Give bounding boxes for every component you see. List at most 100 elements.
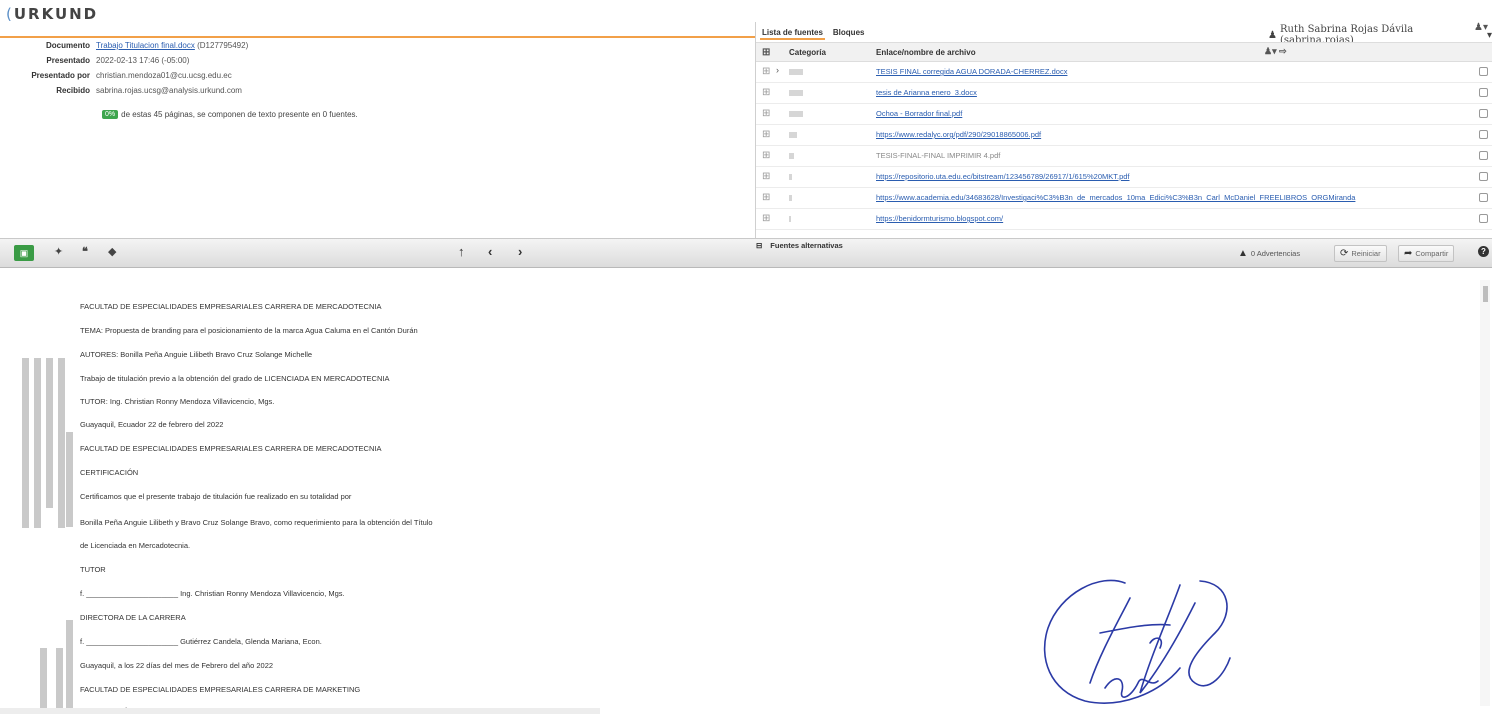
source-link[interactable]: https://www.academia.edu/34683628/Invest… (876, 193, 1355, 202)
source-link[interactable]: Ochoa - Borrador final.pdf (876, 109, 962, 118)
source-link[interactable]: https://benidormturismo.blogspot.com/ (876, 214, 1003, 223)
share-button[interactable]: ➦ Compartir (1398, 245, 1455, 262)
horizontal-scrollbar[interactable] (0, 708, 600, 714)
match-bar (789, 153, 794, 159)
match-marker (66, 620, 73, 710)
sources-table-header: ⊞ Categoría Enlace/nombre de archivo ♟▾ … (756, 42, 1492, 62)
meta-label: Presentado (46, 56, 90, 65)
source-link[interactable]: https://repositorio.uta.edu.ec/bitstream… (876, 172, 1130, 181)
match-marker (66, 432, 73, 527)
meta-label: Recibido (56, 86, 90, 95)
source-checkbox[interactable] (1479, 151, 1488, 160)
alternative-sources-row[interactable]: ⊟ Fuentes alternativas (756, 241, 843, 250)
expand-icon[interactable]: ⊞ (762, 87, 770, 98)
chevron-right-icon: › (776, 65, 779, 75)
source-link[interactable]: tesis de Arianna enero_3.docx (876, 88, 977, 97)
source-row[interactable]: ⊞ Ochoa - Borrador final.pdf (756, 104, 1492, 125)
crosshair-icon[interactable]: ✦ (54, 245, 63, 258)
expand-all-icon[interactable]: ⊞ (762, 47, 770, 58)
refresh-icon: ⟳ (1340, 248, 1349, 259)
handwritten-signature (1043, 579, 1231, 704)
warnings-indicator[interactable]: ▲ 0 Advertencias (1238, 248, 1300, 259)
expand-icon[interactable]: ⊞ (762, 129, 770, 140)
image-view-icon[interactable]: ▣ (14, 245, 34, 261)
doc-line: Guayaquil, a los 22 días del mes de Febr… (80, 661, 274, 670)
match-bar (789, 195, 792, 201)
expand-icon[interactable]: ⊞ (762, 192, 770, 203)
meta-value: sabrina.rojas.ucsg@analysis.urkund.com (96, 86, 242, 95)
source-row[interactable]: ⊞ https://www.redalyc.org/pdf/290/290188… (756, 125, 1492, 146)
meta-row-submitted: Presentado 2022-02-13 17:46 (-05:00) (0, 55, 189, 67)
source-checkbox[interactable] (1479, 193, 1488, 202)
user-options-icon[interactable]: ♟▾ (1474, 22, 1488, 33)
match-marker (46, 358, 53, 508)
doc-line: f. ______________________ Ing. Christian… (80, 589, 345, 598)
source-link[interactable]: TESIS FINAL corregida AGUA DORADA-CHERRE… (876, 67, 1067, 76)
arrow-up-icon[interactable]: ↑ (458, 244, 465, 259)
source-name: TESIS-FINAL-FINAL IMPRIMIR 4.pdf (876, 151, 1001, 160)
column-category: Categoría (789, 48, 826, 57)
collapse-icon[interactable]: ⊟ (756, 241, 762, 250)
expand-icon[interactable]: ⊞ (762, 213, 770, 224)
doc-line: DIRECTORA DE LA CARRERA (80, 613, 186, 622)
source-checkbox[interactable] (1479, 130, 1488, 139)
doc-line: CERTIFICACIÓN (80, 468, 139, 477)
quote-icon[interactable]: ❝ (82, 245, 88, 258)
scrollbar-thumb[interactable] (1483, 286, 1488, 302)
meta-label: Documento (46, 41, 90, 50)
match-bar (789, 132, 797, 138)
doc-line: Trabajo de titulación previo a la obtenc… (80, 374, 390, 383)
tab-sources-list[interactable]: Lista de fuentes (760, 27, 825, 40)
source-row[interactable]: ⊞ tesis de Arianna enero_3.docx (756, 83, 1492, 104)
tag-icon[interactable]: ◆ (108, 245, 116, 258)
source-checkbox[interactable] (1479, 214, 1488, 223)
source-row[interactable]: ⊞ › TESIS FINAL corregida AGUA DORADA-CH… (756, 62, 1492, 83)
source-row[interactable]: ⊞ https://repositorio.uta.edu.ec/bitstre… (756, 167, 1492, 188)
expand-icon[interactable]: ⊞ (762, 150, 770, 161)
restart-button[interactable]: ⟳ Reiniciar (1334, 245, 1387, 262)
meta-label: Presentado por (31, 71, 90, 80)
meta-value: christian.mendoza01@cu.ucsg.edu.ec (96, 71, 232, 80)
chevron-left-icon[interactable]: ‹ (488, 244, 492, 259)
match-bar (789, 111, 803, 117)
tab-blocks[interactable]: Bloques (831, 27, 867, 40)
source-checkbox[interactable] (1479, 172, 1488, 181)
help-icon[interactable]: ? (1478, 246, 1489, 257)
chevron-right-icon[interactable]: › (518, 244, 522, 259)
source-row[interactable]: ⊞ TESIS-FINAL-FINAL IMPRIMIR 4.pdf (756, 146, 1492, 167)
source-checkbox[interactable] (1479, 67, 1488, 76)
document-toolbar: ▣ ✦ ❝ ◆ ↑ ‹ › ▲ 0 Advertencias ⟳ Reinici… (0, 238, 1492, 268)
alt-sources-label: Fuentes alternativas (770, 241, 843, 250)
user-icon: ♟ (1268, 29, 1277, 41)
match-bar (789, 174, 792, 180)
match-bar (789, 216, 791, 222)
doc-line: f. ______________________ Gutiérrez Cand… (80, 637, 322, 646)
share-icon: ➦ (1404, 248, 1413, 259)
match-marker (56, 648, 63, 710)
match-marker (40, 648, 47, 710)
doc-line: FACULTAD DE ESPECIALIDADES EMPRESARIALES… (80, 302, 382, 311)
match-marker (34, 358, 41, 528)
source-checkbox[interactable] (1479, 88, 1488, 97)
expand-icon[interactable]: ⊞ (762, 171, 770, 182)
urkund-logo: (URKUND (6, 5, 99, 23)
doc-line: TEMA: Propuesta de branding para el posi… (80, 326, 418, 335)
warning-icon: ▲ (1238, 248, 1248, 259)
source-row[interactable]: ⊞ https://benidormturismo.blogspot.com/ (756, 209, 1492, 230)
doc-line: FACULTAD DE ESPECIALIDADES EMPRESARIALES… (80, 685, 361, 694)
match-bar (789, 90, 803, 96)
document-link[interactable]: Trabajo Titulacion final.docx (96, 41, 195, 50)
source-checkbox[interactable] (1479, 109, 1488, 118)
doc-line: TUTOR: Ing. Christian Ronny Mendoza Vill… (80, 397, 275, 406)
expand-icon[interactable]: ⊞ (762, 66, 770, 77)
match-marker (58, 358, 65, 528)
warnings-label: 0 Advertencias (1250, 249, 1301, 258)
source-link[interactable]: https://www.redalyc.org/pdf/290/29018865… (876, 130, 1041, 139)
source-tools-icon[interactable]: ♟▾ ⇨ (1264, 46, 1287, 57)
expand-icon[interactable]: ⊞ (762, 108, 770, 119)
vertical-scrollbar[interactable] (1480, 280, 1490, 706)
doc-line: Bonilla Peña Anguie Lilibeth y Bravo Cru… (80, 518, 433, 527)
column-link: Enlace/nombre de archivo (876, 48, 976, 57)
source-row[interactable]: ⊞ https://www.academia.edu/34683628/Inve… (756, 188, 1492, 209)
panel-tabs: Lista de fuentes Bloques (760, 27, 866, 40)
